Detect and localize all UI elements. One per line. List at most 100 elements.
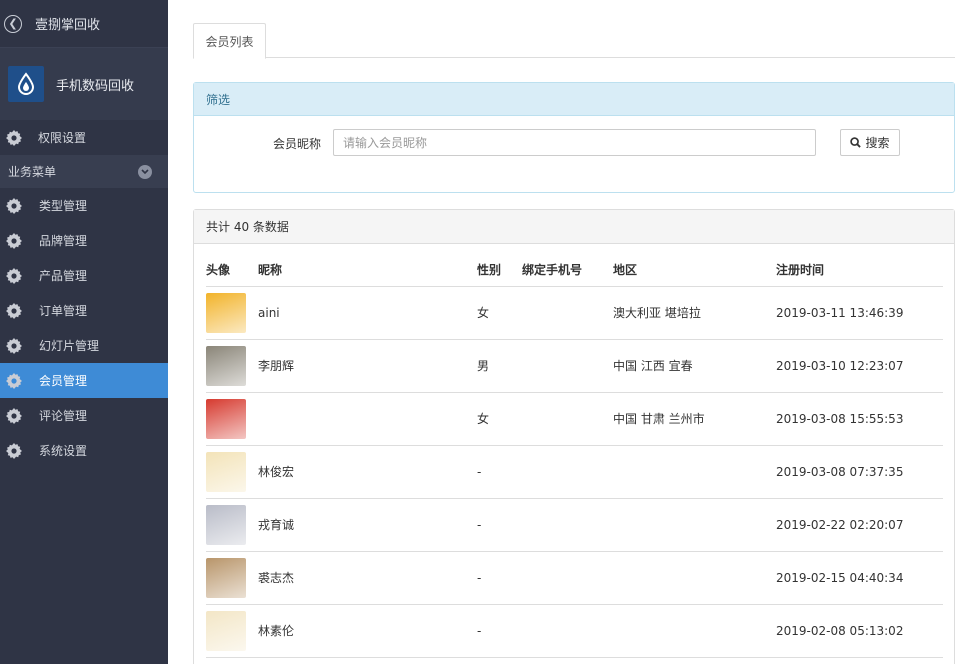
gear-icon: [6, 337, 22, 354]
gear-icon: [6, 372, 22, 389]
sidebar-item-3[interactable]: 订单管理: [0, 293, 168, 328]
tab-bar: 会员列表: [193, 0, 955, 59]
registered-cell: 2019-02-08 05:13:02: [776, 604, 943, 658]
region-cell: [613, 498, 776, 552]
table-row[interactable]: aini 女 澳大利亚 堪培拉 2019-03-11 13:46:39: [206, 286, 943, 340]
phone-cell: [522, 498, 613, 552]
sidebar-item-label: 评论管理: [39, 409, 88, 423]
sidebar-item-2[interactable]: 产品管理: [0, 258, 168, 293]
nickname-cell: 林俊宏: [258, 445, 477, 499]
nickname-cell: 裘志杰: [258, 551, 477, 605]
phone-cell: [522, 445, 613, 499]
member-table: 头像 昵称 性别 绑定手机号 地区 注册时间 aini 女澳大利亚 堪培拉 2019…: [206, 254, 943, 658]
gear-icon: [6, 407, 22, 424]
avatar: [206, 557, 246, 598]
gear-icon: [6, 267, 22, 284]
table-header-row: 头像 昵称 性别 绑定手机号 地区 注册时间: [206, 254, 943, 287]
sidebar-item-7[interactable]: 系统设置: [0, 433, 168, 468]
nickname-cell: 李朋辉: [258, 339, 477, 393]
brand-name: 手机数码回收: [56, 78, 135, 94]
column-header-phone: 绑定手机号: [522, 254, 613, 287]
column-header-avatar: 头像: [206, 254, 258, 287]
phone-cell: [522, 551, 613, 605]
column-header-nickname: 昵称: [258, 254, 477, 287]
table-row[interactable]: 林俊宏 - 2019-03-08 07:37:35: [206, 445, 943, 499]
avatar: [206, 451, 246, 492]
sidebar-header[interactable]: ❮ 壹捌掌回收: [0, 0, 168, 48]
region-cell: [613, 551, 776, 605]
sidebar-item-label: 类型管理: [39, 199, 88, 213]
main-content: 会员列表 筛选 会员昵称 搜索 共计 40 条数据 头像 昵称 性别 绑定手机号…: [193, 0, 955, 664]
region-cell: 澳大利亚 堪培拉: [613, 286, 776, 340]
nickname-cell: [258, 392, 477, 446]
nickname-search-input[interactable]: [333, 129, 816, 156]
app-title: 壹捌掌回收: [35, 18, 101, 33]
gender-cell: -: [477, 445, 522, 499]
registered-cell: 2019-03-08 07:37:35: [776, 445, 943, 499]
table-row[interactable]: 林素伦 - 2019-02-08 05:13:02: [206, 604, 943, 658]
sidebar-item-label: 幻灯片管理: [39, 339, 100, 353]
gender-cell: 男: [477, 339, 522, 393]
column-header-region: 地区: [613, 254, 776, 287]
avatar-cell: [206, 445, 258, 499]
sidebar-item-permissions[interactable]: 权限设置: [0, 120, 168, 155]
sidebar-item-0[interactable]: 类型管理: [0, 188, 168, 223]
gear-icon: [6, 197, 22, 214]
sidebar-item-6[interactable]: 评论管理: [0, 398, 168, 433]
sidebar-item-4[interactable]: 幻灯片管理: [0, 328, 168, 363]
filter-panel-title: 筛选: [194, 83, 954, 116]
back-arrow-icon[interactable]: ❮: [4, 14, 22, 33]
table-row[interactable]: 裘志杰 - 2019-02-15 04:40:34: [206, 551, 943, 605]
region-cell: 中国 甘肃 兰州市: [613, 392, 776, 446]
avatar: [206, 504, 246, 545]
phone-cell: [522, 286, 613, 340]
phone-cell: [522, 392, 613, 446]
water-drop-logo-icon: [8, 66, 44, 102]
table-row[interactable]: 李朋辉男 中国 江西 宜春 2019-03-10 12:23:07: [206, 339, 943, 393]
gender-cell: 女: [477, 286, 522, 340]
table-row[interactable]: 戎育诚 - 2019-02-22 02:20:07: [206, 498, 943, 552]
avatar-cell: [206, 286, 258, 340]
sidebar-group-label: 业务菜单: [8, 165, 57, 179]
sidebar: ❮ 壹捌掌回收 手机数码回收 权限设置 业务菜单 类型管理品牌管理产品管理订单管…: [0, 0, 168, 664]
sidebar-group-business[interactable]: 业务菜单: [0, 155, 168, 188]
avatar-cell: [206, 604, 258, 658]
avatar: [206, 345, 246, 386]
gender-cell: 女: [477, 392, 522, 446]
sidebar-item-label: 系统设置: [39, 444, 88, 458]
registered-cell: 2019-03-11 13:46:39: [776, 286, 943, 340]
sidebar-item-label: 品牌管理: [39, 234, 88, 248]
registered-cell: 2019-03-10 12:23:07: [776, 339, 943, 393]
nickname-label: 会员昵称: [273, 137, 322, 151]
table-row[interactable]: 女 中国 甘肃 兰州市 2019-03-08 15:55:53: [206, 392, 943, 446]
sidebar-item-label: 订单管理: [39, 304, 88, 318]
search-button-label: 搜索: [865, 136, 890, 150]
sidebar-item-1[interactable]: 品牌管理: [0, 223, 168, 258]
search-button[interactable]: 搜索: [840, 129, 900, 156]
chevron-down-icon[interactable]: [138, 164, 152, 179]
registered-cell: 2019-03-08 15:55:53: [776, 392, 943, 446]
gender-cell: -: [477, 551, 522, 605]
region-cell: [613, 604, 776, 658]
phone-cell: [522, 339, 613, 393]
gear-icon: [6, 129, 22, 146]
avatar-cell: [206, 392, 258, 446]
sidebar-item-label: 会员管理: [39, 374, 88, 388]
gear-icon: [6, 302, 22, 319]
tab-member-list[interactable]: 会员列表: [193, 23, 266, 59]
sidebar-item-label: 产品管理: [39, 269, 88, 283]
gear-icon: [6, 232, 22, 249]
sidebar-item-5[interactable]: 会员管理: [0, 363, 168, 398]
brand-block: 手机数码回收: [0, 48, 168, 120]
phone-cell: [522, 604, 613, 658]
column-header-gender: 性别: [477, 254, 522, 287]
gender-cell: -: [477, 498, 522, 552]
nickname-cell: 林素伦: [258, 604, 477, 658]
record-count: 共计 40 条数据: [194, 210, 954, 244]
sidebar-item-label: 权限设置: [38, 131, 87, 145]
nickname-cell: 戎育诚: [258, 498, 477, 552]
nickname-cell: aini: [258, 286, 477, 340]
avatar: [206, 292, 246, 333]
avatar: [206, 398, 246, 439]
avatar-cell: [206, 551, 258, 605]
